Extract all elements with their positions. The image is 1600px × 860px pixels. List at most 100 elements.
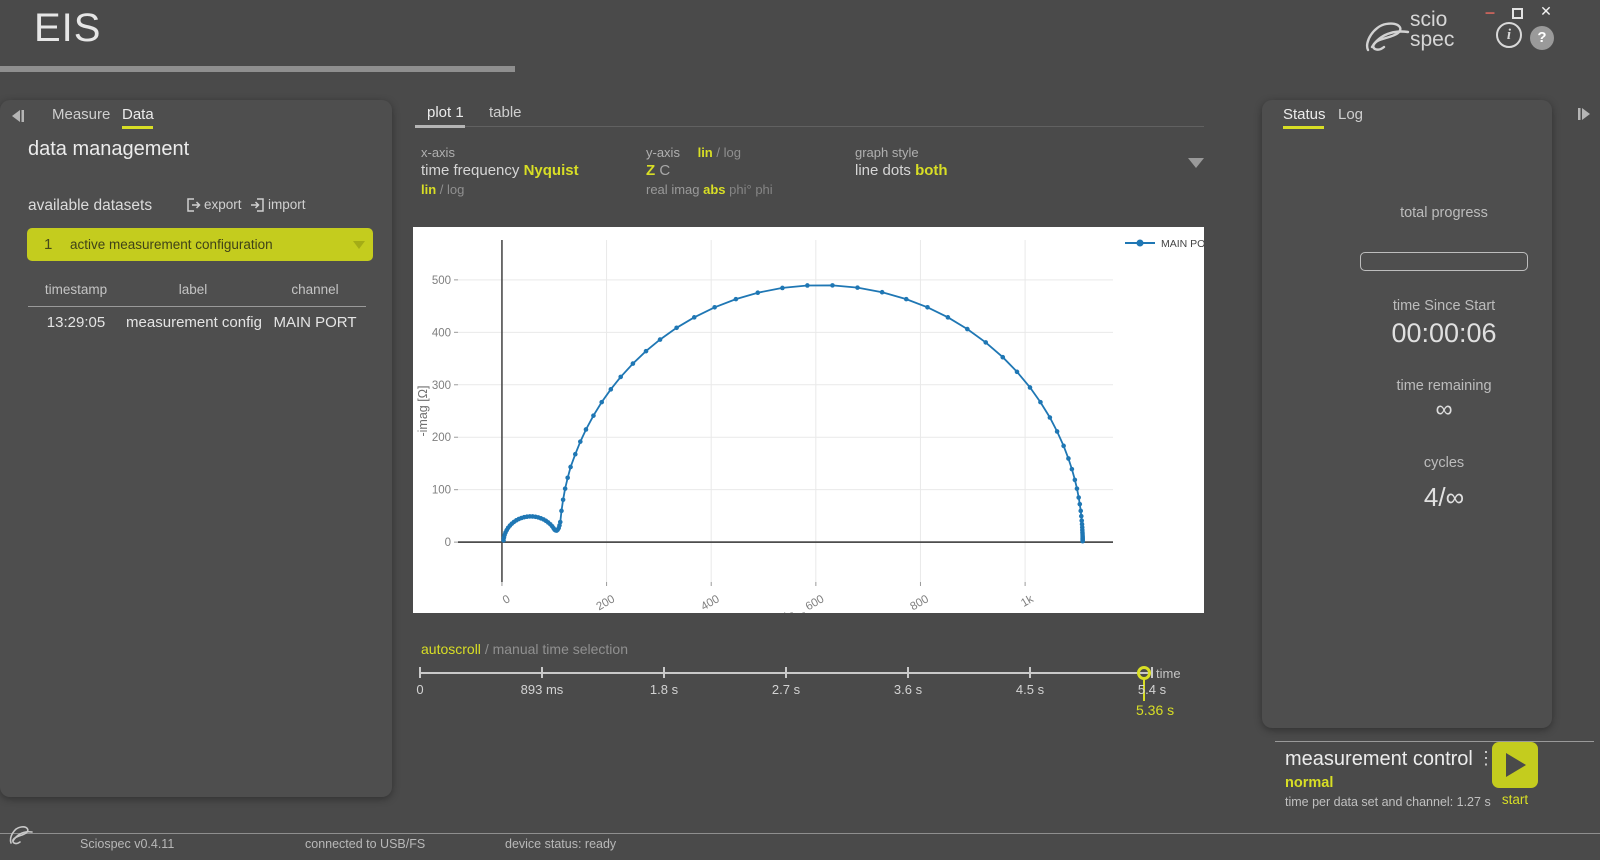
slider-tick-label: 4.5 s bbox=[990, 682, 1070, 697]
yaxis-quantity: Z C bbox=[646, 162, 670, 179]
device-status: device status: ready bbox=[505, 837, 616, 851]
measurement-info: time per data set and channel: 1.27 s bbox=[1285, 795, 1491, 809]
slider-tick-label: 0 bbox=[380, 682, 460, 697]
dataset-dropdown[interactable]: 1 active measurement configuration bbox=[27, 228, 373, 261]
svg-text:400: 400 bbox=[432, 327, 451, 339]
col-timestamp: timestamp bbox=[28, 282, 124, 297]
xaxis-scale-lin[interactable]: lin bbox=[421, 182, 436, 197]
slider-handle[interactable] bbox=[1137, 666, 1151, 680]
connection-status: connected to USB/FS bbox=[305, 837, 425, 851]
time-since-start-label: time Since Start bbox=[1340, 298, 1548, 314]
export-icon bbox=[186, 198, 201, 212]
col-channel: channel bbox=[264, 282, 366, 297]
help-icon[interactable]: ? bbox=[1530, 26, 1554, 50]
tab-plot1[interactable]: plot 1 bbox=[427, 104, 464, 121]
yaxis-option-z[interactable]: Z bbox=[646, 162, 655, 179]
slider-tick-label: 1.8 s bbox=[624, 682, 704, 697]
cycles-label: cycles bbox=[1340, 455, 1548, 471]
nyquist-chart-svg: 02004006008001k0100200300400500real [Ω]-… bbox=[413, 227, 1204, 613]
left-panel: Measure Data data management available d… bbox=[0, 100, 392, 797]
application-window: EIS scio spec – ✕ i ? Measure Data data … bbox=[0, 0, 1600, 860]
collapse-left-icon[interactable] bbox=[8, 108, 26, 124]
maximize-button[interactable] bbox=[1512, 8, 1523, 19]
manual-time-option[interactable]: manual time selection bbox=[493, 641, 628, 657]
xaxis-option-time[interactable]: time bbox=[421, 162, 449, 179]
measurement-control-divider bbox=[1275, 741, 1594, 742]
autoscroll-option[interactable]: autoscroll bbox=[421, 641, 481, 657]
dropdown-chevron-icon bbox=[353, 241, 365, 249]
tab-table[interactable]: table bbox=[489, 104, 522, 121]
minimize-button[interactable]: – bbox=[1480, 2, 1500, 22]
svg-text:200: 200 bbox=[594, 593, 617, 613]
xaxis-option-frequency[interactable]: frequency bbox=[454, 162, 520, 179]
cycles-value: 4/∞ bbox=[1340, 482, 1548, 513]
svg-text:MAIN PORT: MAIN PORT bbox=[1161, 238, 1204, 250]
yaxis-scale-lin[interactable]: lin bbox=[698, 145, 713, 160]
svg-text:0: 0 bbox=[445, 537, 451, 549]
app-version: Sciospec v0.4.11 bbox=[80, 837, 174, 851]
right-panel: Status Log total progress time Since Sta… bbox=[1262, 100, 1552, 728]
graph-style-options: line dots both bbox=[855, 162, 948, 179]
nyquist-chart[interactable]: 02004006008001k0100200300400500real [Ω]-… bbox=[413, 227, 1204, 613]
sciospec-footer-icon bbox=[8, 824, 34, 846]
tab-log[interactable]: Log bbox=[1338, 106, 1363, 123]
tab-status[interactable]: Status bbox=[1283, 106, 1326, 123]
xaxis-scale-log[interactable]: log bbox=[447, 182, 464, 197]
tab-measure[interactable]: Measure bbox=[52, 106, 110, 123]
info-icon[interactable]: i bbox=[1496, 22, 1522, 48]
measurement-mode[interactable]: normal bbox=[1285, 775, 1333, 791]
svg-text:real [Ω]: real [Ω] bbox=[765, 611, 806, 613]
yaxis-option-abs[interactable]: abs bbox=[703, 182, 725, 197]
tab-row-divider bbox=[465, 126, 1204, 127]
collapse-right-icon[interactable] bbox=[1576, 106, 1594, 122]
status-bar-divider bbox=[0, 833, 1600, 834]
slider-value: 5.36 s bbox=[1136, 702, 1174, 718]
slider-tick bbox=[1029, 667, 1031, 678]
svg-text:600: 600 bbox=[804, 593, 827, 613]
total-progress-bar bbox=[1360, 252, 1528, 271]
xaxis-section-label: x-axis bbox=[421, 145, 455, 160]
brand-logo: scio spec bbox=[1364, 10, 1474, 58]
svg-text:100: 100 bbox=[432, 485, 451, 497]
yaxis-scale-log[interactable]: log bbox=[724, 145, 741, 160]
tab-plot1-underline bbox=[415, 125, 465, 128]
graph-style-label: graph style bbox=[855, 145, 919, 160]
brand-text-scio: scio bbox=[1410, 10, 1454, 30]
slash-separator: / bbox=[485, 641, 489, 657]
svg-text:500: 500 bbox=[432, 275, 451, 287]
cell-timestamp: 13:29:05 bbox=[28, 314, 124, 331]
yaxis-option-imag[interactable]: imag bbox=[671, 182, 699, 197]
page-title: data management bbox=[28, 138, 189, 161]
svg-text:800: 800 bbox=[908, 593, 931, 613]
yaxis-option-c[interactable]: C bbox=[659, 162, 670, 179]
plot-settings-collapse-icon[interactable] bbox=[1188, 158, 1204, 168]
slider-tick bbox=[663, 667, 665, 678]
yaxis-option-phideg[interactable]: phi° bbox=[729, 182, 752, 197]
start-button[interactable] bbox=[1492, 742, 1538, 788]
style-option-line[interactable]: line bbox=[855, 162, 878, 179]
svg-text:400: 400 bbox=[699, 593, 722, 613]
style-option-dots[interactable]: dots bbox=[883, 162, 911, 179]
slash-separator: / bbox=[716, 145, 720, 160]
close-button[interactable]: ✕ bbox=[1537, 3, 1555, 21]
time-remaining-label: time remaining bbox=[1340, 378, 1548, 394]
total-progress-label: total progress bbox=[1340, 205, 1548, 221]
title-underline-bar bbox=[0, 66, 515, 72]
tab-data[interactable]: Data bbox=[122, 106, 154, 123]
play-icon bbox=[1506, 753, 1526, 777]
slider-tick bbox=[541, 667, 543, 678]
measurement-control-title: measurement control bbox=[1285, 748, 1473, 771]
yaxis-option-real[interactable]: real bbox=[646, 182, 668, 197]
slider-tick bbox=[785, 667, 787, 678]
svg-text:1k: 1k bbox=[1019, 593, 1036, 610]
slider-tick-label: 2.7 s bbox=[746, 682, 826, 697]
app-title: EIS bbox=[34, 6, 101, 51]
xaxis-option-nyquist[interactable]: Nyquist bbox=[524, 162, 579, 179]
svg-text:300: 300 bbox=[432, 380, 451, 392]
style-option-both[interactable]: both bbox=[915, 162, 947, 179]
slider-tick-label: 3.6 s bbox=[868, 682, 948, 697]
slider-tick-label: 5.4 s bbox=[1112, 682, 1192, 697]
import-icon bbox=[250, 198, 265, 212]
time-mode-toggle: autoscroll / manual time selection bbox=[421, 641, 628, 657]
yaxis-option-phi[interactable]: phi bbox=[755, 182, 772, 197]
